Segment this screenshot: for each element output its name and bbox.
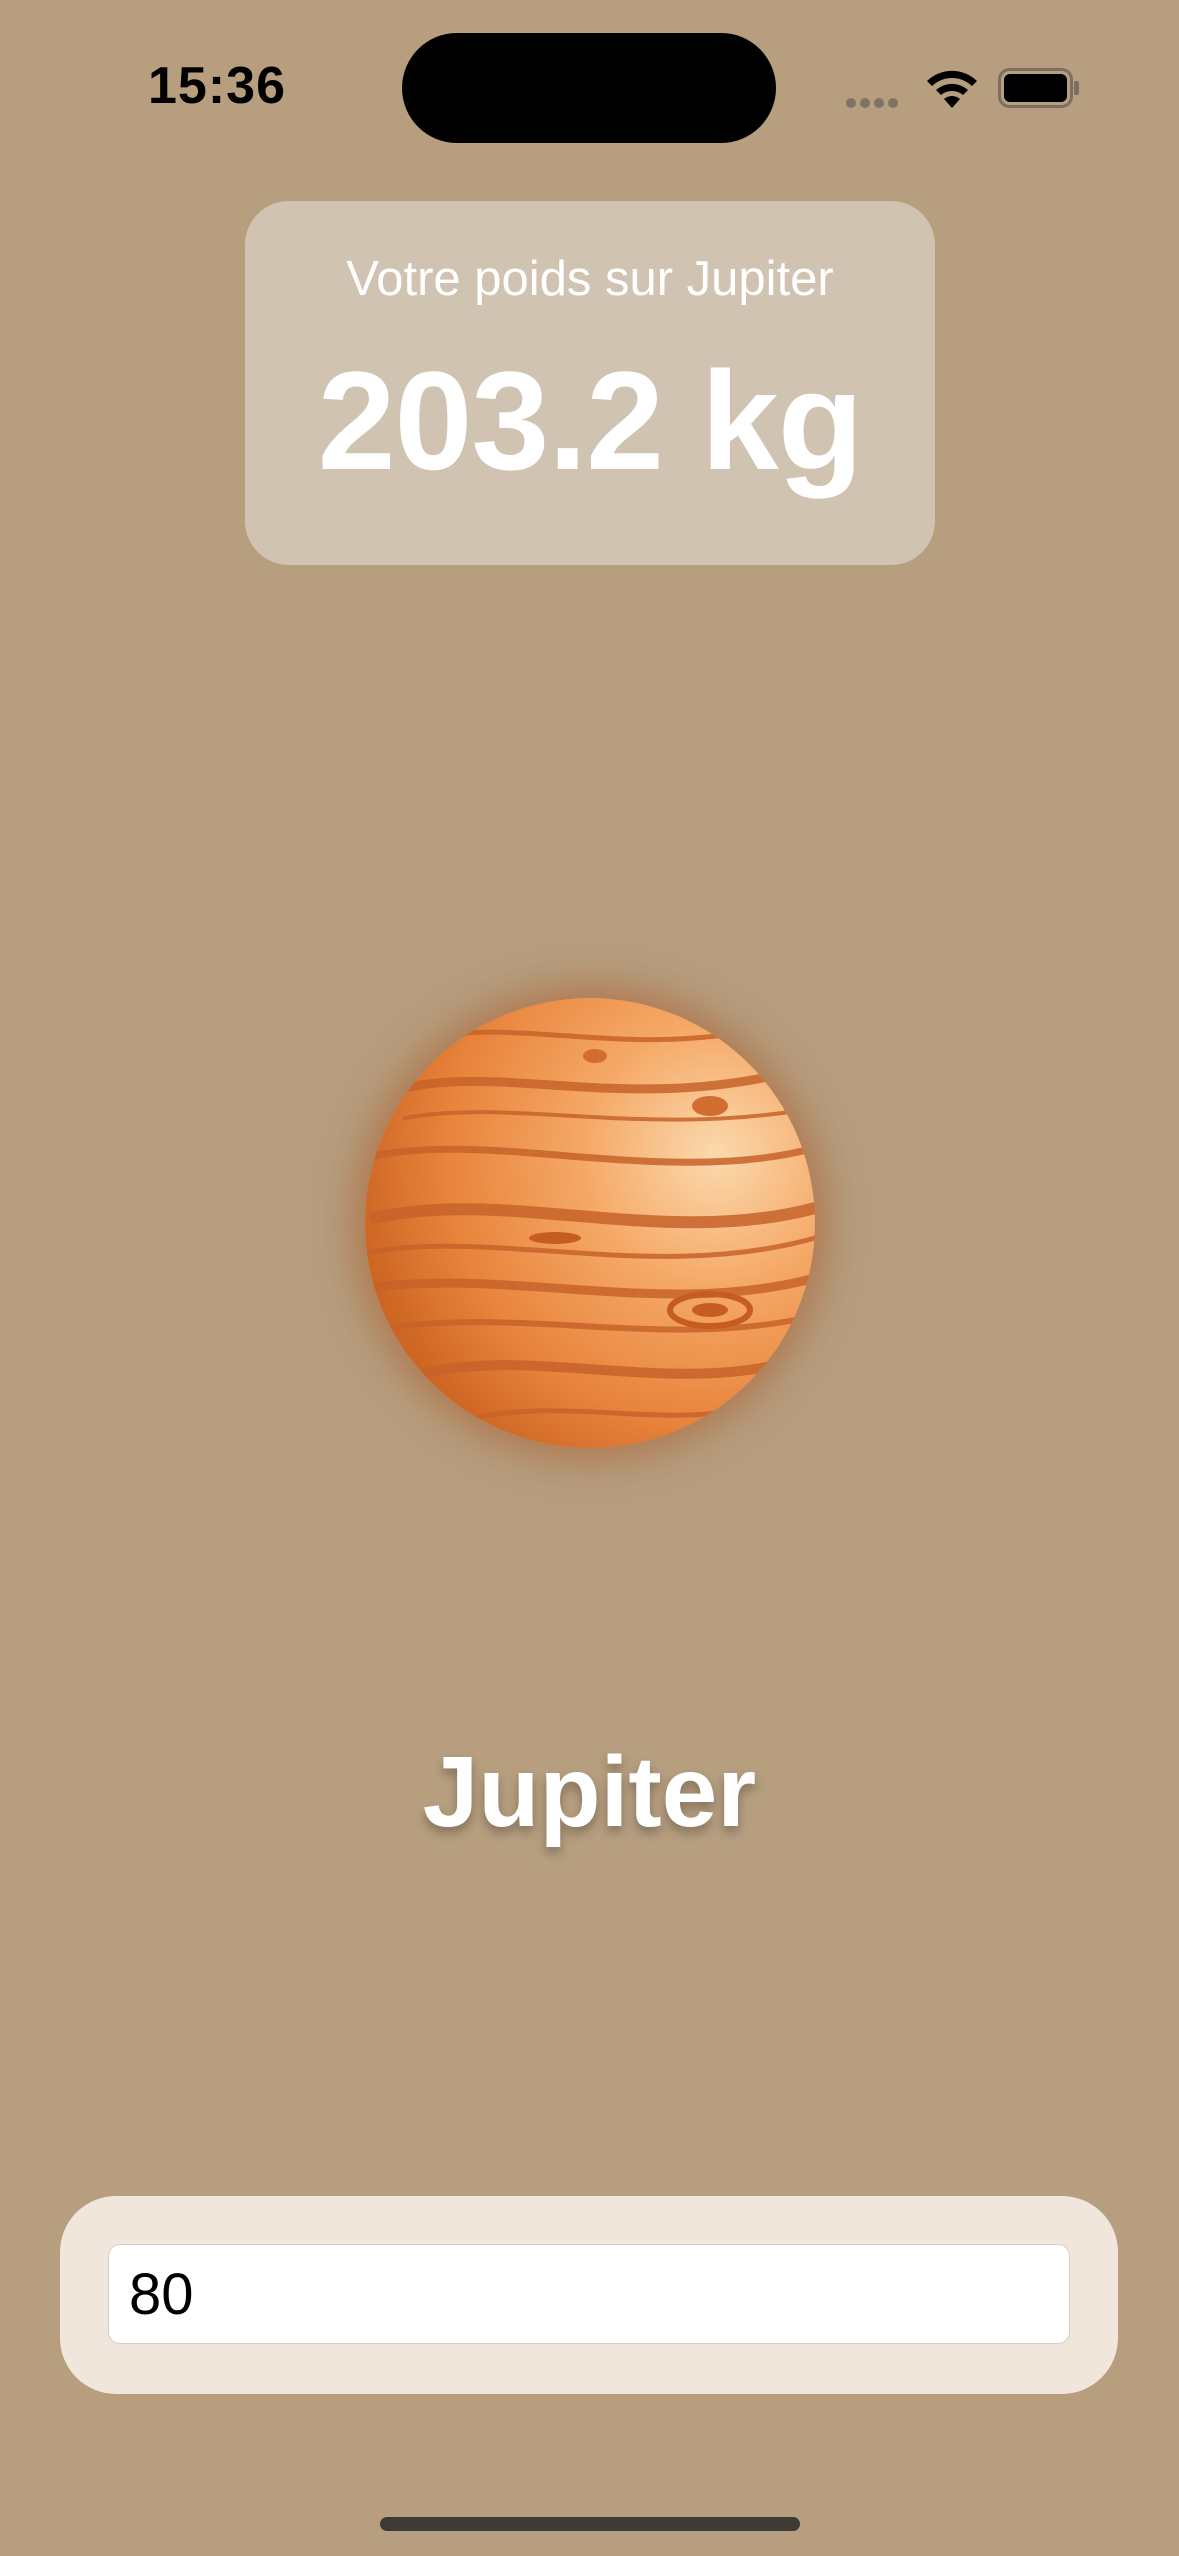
weight-input[interactable] xyxy=(108,2244,1070,2344)
jupiter-planet-illustration xyxy=(365,998,815,1448)
weight-card: Votre poids sur Jupiter 203.2 kg xyxy=(245,201,935,565)
weight-label: Votre poids sur Jupiter xyxy=(346,252,834,306)
signal-dots-icon xyxy=(846,95,906,109)
wifi-icon xyxy=(927,70,977,108)
dynamic-island xyxy=(402,33,776,143)
weight-value: 203.2 kg xyxy=(317,342,864,499)
status-bar: 15:36 xyxy=(0,0,1179,160)
battery-icon xyxy=(998,68,1079,108)
planet-image xyxy=(365,998,815,1448)
status-time: 15:36 xyxy=(148,57,286,115)
home-indicator[interactable] xyxy=(380,2517,800,2531)
input-panel xyxy=(60,2196,1118,2394)
planet-name: Jupiter xyxy=(422,1736,757,1848)
